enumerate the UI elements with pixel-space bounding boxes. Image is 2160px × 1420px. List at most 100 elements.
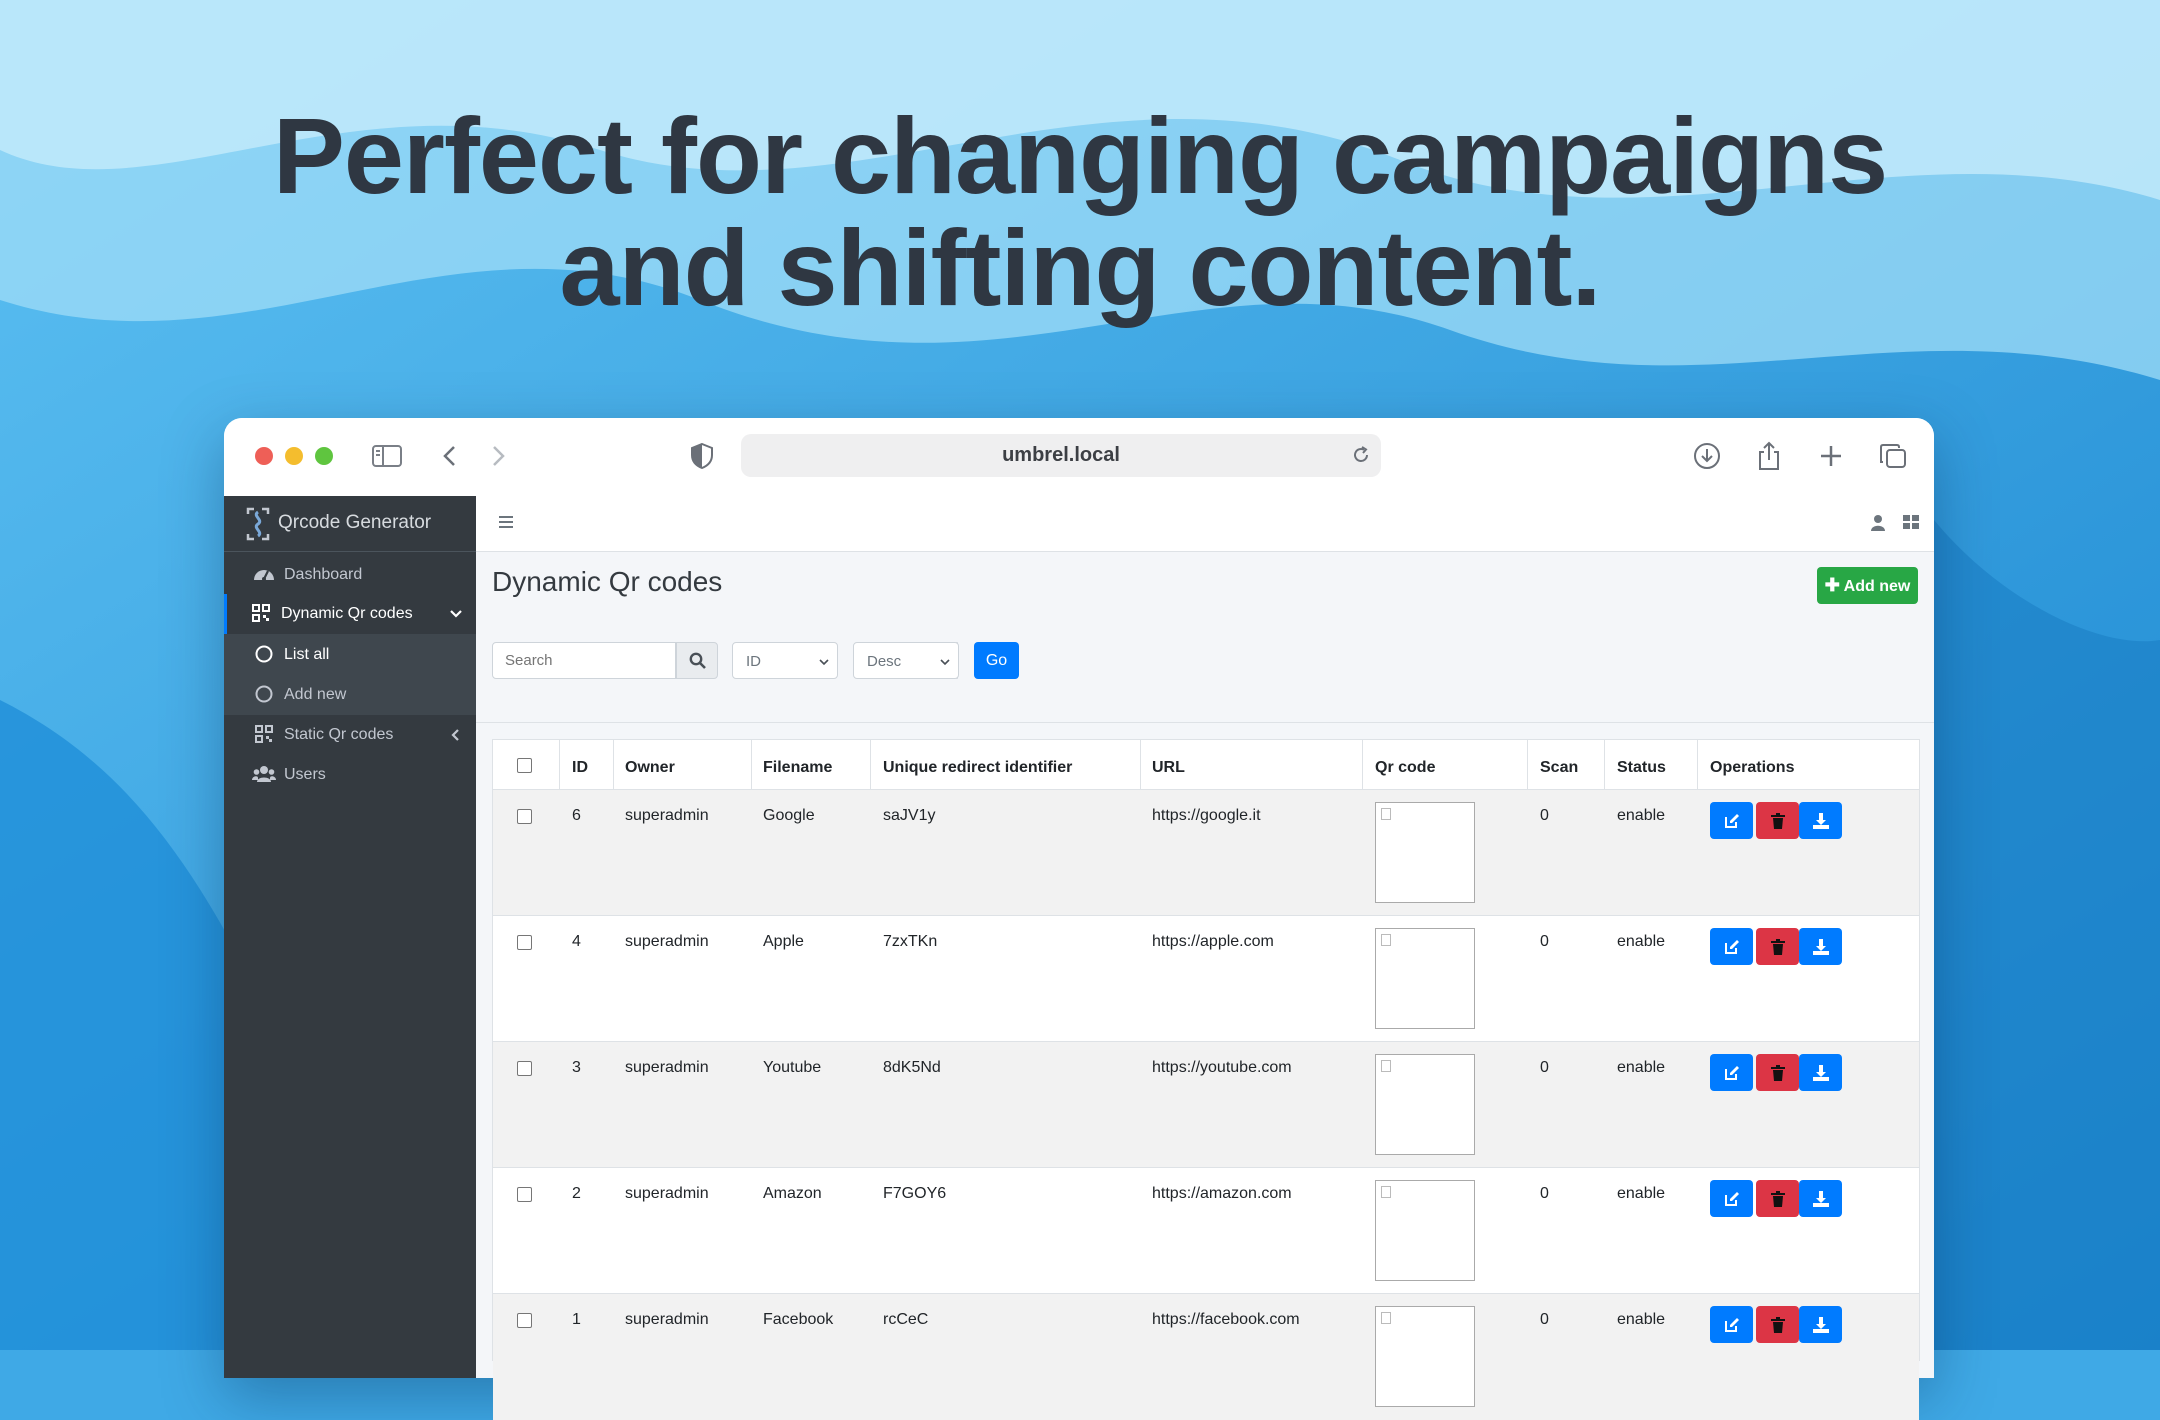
header-url[interactable]: URL bbox=[1152, 759, 1185, 777]
chevron-down-icon bbox=[940, 654, 950, 672]
sort-field-select[interactable]: ID bbox=[732, 642, 838, 679]
cell-owner: superadmin bbox=[625, 1059, 709, 1076]
sidebar-item-users[interactable]: Users bbox=[224, 755, 476, 795]
header-status[interactable]: Status bbox=[1617, 759, 1666, 777]
edit-button[interactable] bbox=[1710, 1054, 1753, 1091]
address-bar[interactable]: umbrel.local bbox=[741, 434, 1381, 477]
sidebar-item-label: Users bbox=[284, 766, 326, 783]
delete-button[interactable] bbox=[1756, 802, 1799, 839]
chevron-left-icon bbox=[450, 728, 462, 746]
reload-icon[interactable] bbox=[1351, 445, 1371, 470]
sidebar-item-add-new[interactable]: Add new bbox=[224, 675, 476, 715]
cell-filename: Youtube bbox=[763, 1059, 822, 1076]
sidebar-item-label: Dashboard bbox=[284, 566, 363, 583]
edit-icon bbox=[1724, 939, 1739, 954]
back-arrow-icon[interactable] bbox=[439, 438, 459, 474]
sidebar-toggle-icon[interactable] bbox=[370, 438, 404, 474]
trash-icon bbox=[1770, 1064, 1785, 1081]
qr-code-image[interactable] bbox=[1375, 928, 1475, 1029]
sort-order-value: Desc bbox=[867, 653, 902, 670]
download-button[interactable] bbox=[1799, 928, 1842, 965]
sidebar-item-static-qr-codes[interactable]: Static Qr codes bbox=[224, 715, 476, 755]
qr-code-image[interactable] bbox=[1375, 802, 1475, 903]
header-filename[interactable]: Filename bbox=[763, 759, 832, 777]
go-button[interactable]: Go bbox=[974, 642, 1019, 679]
edit-icon bbox=[1724, 813, 1739, 828]
delete-button[interactable] bbox=[1756, 1180, 1799, 1217]
privacy-shield-icon[interactable] bbox=[689, 438, 715, 474]
row-checkbox[interactable] bbox=[517, 1061, 532, 1076]
row-checkbox[interactable] bbox=[517, 1313, 532, 1328]
delete-button[interactable] bbox=[1756, 928, 1799, 965]
qrcode-icon bbox=[252, 604, 274, 624]
qr-code-image[interactable] bbox=[1375, 1306, 1475, 1407]
sidebar-item-dashboard[interactable]: Dashboard bbox=[224, 555, 476, 595]
sidebar: Qrcode Generator Dashboard Dynamic Qr co… bbox=[224, 496, 476, 1378]
download-button[interactable] bbox=[1799, 1054, 1842, 1091]
broken-image-icon bbox=[1381, 1060, 1391, 1072]
qr-code-image[interactable] bbox=[1375, 1054, 1475, 1155]
trash-icon bbox=[1770, 1190, 1785, 1207]
header-operations: Operations bbox=[1710, 759, 1795, 776]
edit-button[interactable] bbox=[1710, 928, 1753, 965]
sidebar-item-label: Static Qr codes bbox=[284, 726, 394, 743]
edit-icon bbox=[1724, 1065, 1739, 1080]
tab-overview-icon[interactable] bbox=[1878, 438, 1908, 474]
row-checkbox[interactable] bbox=[517, 809, 532, 824]
table-row: 6 superadmin Google saJV1y https://googl… bbox=[493, 789, 1919, 916]
brand[interactable]: Qrcode Generator bbox=[224, 496, 476, 552]
header-identifier[interactable]: Unique redirect identifier bbox=[883, 759, 1072, 777]
cell-identifier: F7GOY6 bbox=[883, 1185, 947, 1202]
sort-order-select[interactable]: Desc bbox=[853, 642, 959, 679]
cell-url: https://amazon.com bbox=[1152, 1185, 1292, 1202]
edit-icon bbox=[1724, 1191, 1739, 1206]
chevron-down-icon bbox=[450, 607, 462, 625]
new-tab-plus-icon[interactable] bbox=[1816, 438, 1846, 474]
header-owner[interactable]: Owner bbox=[625, 759, 675, 777]
edit-icon bbox=[1724, 1317, 1739, 1332]
active-indicator bbox=[224, 594, 227, 634]
header-id[interactable]: ID bbox=[572, 759, 588, 777]
cell-id: 1 bbox=[572, 1311, 581, 1328]
download-button[interactable] bbox=[1799, 802, 1842, 839]
download-button[interactable] bbox=[1799, 1306, 1842, 1343]
delete-button[interactable] bbox=[1756, 1306, 1799, 1343]
sidebar-item-label: List all bbox=[284, 646, 330, 663]
edit-button[interactable] bbox=[1710, 802, 1753, 839]
share-icon[interactable] bbox=[1754, 438, 1784, 474]
header-scan[interactable]: Scan bbox=[1540, 759, 1578, 777]
download-button[interactable] bbox=[1799, 1180, 1842, 1217]
broken-image-icon bbox=[1381, 1186, 1391, 1198]
cell-identifier: saJV1y bbox=[883, 807, 936, 824]
broken-image-icon bbox=[1381, 1312, 1391, 1324]
cell-status: enable bbox=[1617, 1311, 1666, 1328]
cell-url: https://youtube.com bbox=[1152, 1059, 1292, 1076]
sidebar-item-label: Dynamic Qr codes bbox=[281, 605, 413, 622]
edit-button[interactable] bbox=[1710, 1306, 1753, 1343]
row-checkbox[interactable] bbox=[517, 1187, 532, 1202]
sidebar-item-list-all[interactable]: List all bbox=[224, 635, 476, 675]
row-checkbox[interactable] bbox=[517, 935, 532, 950]
table-header: ID Owner Filename Unique redirect identi… bbox=[493, 740, 1919, 791]
cell-url: https://google.it bbox=[1152, 807, 1261, 824]
qr-code-image[interactable] bbox=[1375, 1180, 1475, 1281]
forward-arrow-icon[interactable] bbox=[489, 438, 509, 474]
zoom-window-button[interactable] bbox=[315, 447, 333, 465]
cell-status: enable bbox=[1617, 933, 1666, 950]
trash-icon bbox=[1770, 938, 1785, 955]
delete-button[interactable] bbox=[1756, 1054, 1799, 1091]
users-icon bbox=[252, 765, 276, 785]
cell-url: https://apple.com bbox=[1152, 933, 1274, 950]
minimize-window-button[interactable] bbox=[285, 447, 303, 465]
select-all-checkbox[interactable] bbox=[517, 758, 532, 773]
table-row: 4 superadmin Apple 7zxTKn https://apple.… bbox=[493, 915, 1919, 1042]
download-icon bbox=[1812, 1316, 1829, 1333]
downloads-icon[interactable] bbox=[1692, 438, 1722, 474]
close-window-button[interactable] bbox=[255, 447, 273, 465]
edit-button[interactable] bbox=[1710, 1180, 1753, 1217]
cell-status: enable bbox=[1617, 807, 1666, 824]
sidebar-item-dynamic-qr-codes[interactable]: Dynamic Qr codes bbox=[224, 594, 476, 634]
cell-scan: 0 bbox=[1540, 1059, 1549, 1076]
circle-icon bbox=[255, 645, 277, 665]
cell-id: 2 bbox=[572, 1185, 581, 1202]
